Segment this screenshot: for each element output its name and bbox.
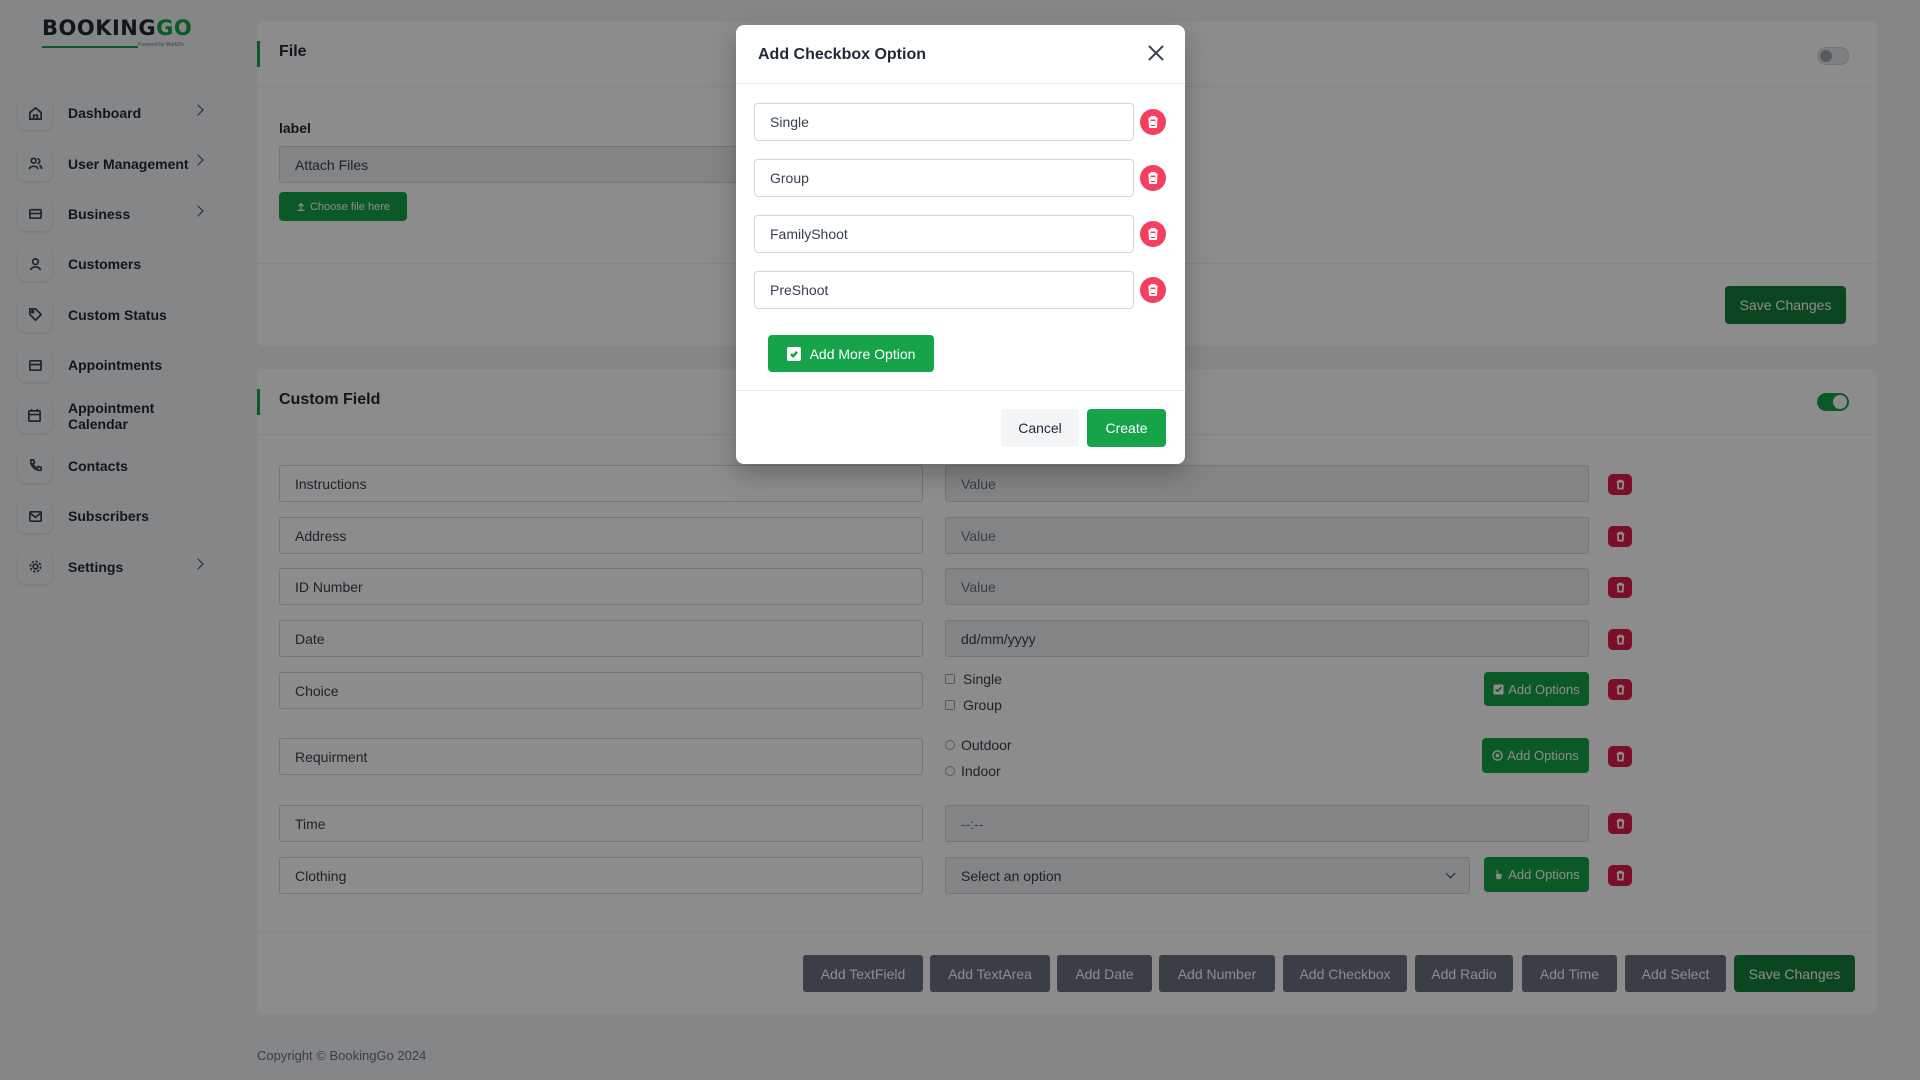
delete-option-button[interactable] xyxy=(1140,165,1166,191)
delete-option-button[interactable] xyxy=(1140,221,1166,247)
checkbox-checked-icon xyxy=(786,346,801,361)
modal-divider xyxy=(736,390,1185,391)
modal-header: Add Checkbox Option xyxy=(736,25,1185,84)
add-checkbox-option-modal: Add Checkbox Option Single Group FamilyS… xyxy=(736,25,1185,464)
create-button[interactable]: Create xyxy=(1087,409,1166,447)
option-input[interactable]: PreShoot xyxy=(754,271,1134,309)
trash-icon xyxy=(1148,284,1158,296)
cancel-button[interactable]: Cancel xyxy=(1001,409,1079,447)
option-input[interactable]: FamilyShoot xyxy=(754,215,1134,253)
close-icon[interactable] xyxy=(1147,44,1165,62)
delete-option-button[interactable] xyxy=(1140,109,1166,135)
trash-icon xyxy=(1148,116,1158,128)
option-input[interactable]: Single xyxy=(754,103,1134,141)
option-input[interactable]: Group xyxy=(754,159,1134,197)
modal-title: Add Checkbox Option xyxy=(758,46,926,63)
add-more-option-label: Add More Option xyxy=(809,345,916,362)
delete-option-button[interactable] xyxy=(1140,277,1166,303)
add-more-option-button[interactable]: Add More Option xyxy=(768,335,934,372)
trash-icon xyxy=(1148,228,1158,240)
trash-icon xyxy=(1148,172,1158,184)
